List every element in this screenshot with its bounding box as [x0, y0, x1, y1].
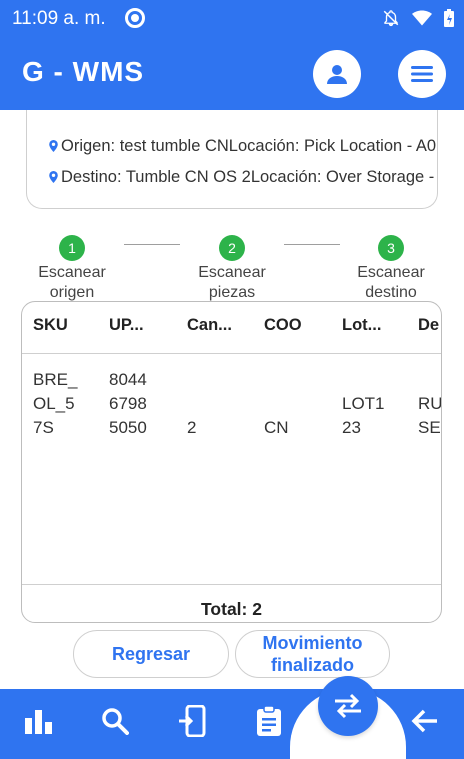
- origin-text: Origen: test tumble CNLocación: Pick Loc…: [61, 137, 438, 155]
- step-scan-pieces: 2 Escanear piezas: [184, 235, 280, 303]
- scan-icon: [179, 705, 206, 737]
- clipboard-icon: [257, 705, 281, 736]
- reports-nav-button[interactable]: [22, 704, 56, 738]
- search-icon: [102, 708, 129, 735]
- table-footer: Total: 2: [22, 584, 441, 622]
- menu-button[interactable]: [398, 50, 446, 98]
- scan-nav-button[interactable]: [175, 704, 209, 738]
- wifi-icon: [412, 10, 432, 26]
- step-label: Escanear destino: [357, 264, 425, 301]
- step-number: 1: [59, 235, 85, 261]
- location-pin-icon: [49, 171, 58, 183]
- step-number: 2: [219, 235, 245, 261]
- status-time: 11:09 a. m.: [12, 8, 106, 29]
- back-arrow-icon: [411, 709, 437, 733]
- tasks-nav-button[interactable]: [252, 704, 286, 738]
- step-connector: [124, 244, 180, 245]
- table-header: SKU UP... Can... COO Lot... De: [22, 302, 441, 354]
- cell-quantity: 2: [187, 418, 197, 437]
- items-table[interactable]: SKU UP... Can... COO Lot... De BRE_ OL_5…: [21, 301, 442, 623]
- header-lot[interactable]: Lot...: [342, 316, 381, 335]
- header-quantity[interactable]: Can...: [187, 316, 232, 335]
- cell-coo: CN: [264, 418, 289, 437]
- finish-movement-button[interactable]: Movimiento finalizado: [235, 630, 390, 678]
- cell-upc: 8044 6798 5050: [109, 370, 147, 437]
- location-card: Origen: test tumble CNLocación: Pick Loc…: [26, 110, 438, 209]
- user-button[interactable]: [313, 50, 361, 98]
- notifications-off-icon: [382, 9, 400, 27]
- step-connector: [284, 244, 340, 245]
- search-nav-button[interactable]: [98, 704, 132, 738]
- back-button[interactable]: Regresar: [73, 630, 229, 678]
- step-number: 3: [378, 235, 404, 261]
- cell-description: RU SE: [418, 394, 442, 437]
- menu-icon: [411, 66, 433, 82]
- table-body: BRE_ OL_5 7S 8044 6798 5050 2 CN LOT1 23…: [22, 355, 441, 584]
- origin-line: Origen: test tumble CNLocación: Pick Loc…: [49, 137, 438, 156]
- app-title: G - WMS: [22, 56, 145, 87]
- step-label: Escanear piezas: [198, 264, 266, 301]
- back-nav-button[interactable]: [408, 704, 442, 738]
- battery-icon: [444, 9, 454, 27]
- step-scan-origin: 1 Escanear origen: [24, 235, 120, 303]
- destination-text: Destino: Tumble CN OS 2Locación: Over St…: [61, 168, 438, 186]
- status-icons: [382, 9, 454, 27]
- table-total: Total: 2: [201, 599, 262, 619]
- location-pin-icon: [49, 140, 58, 152]
- transfer-icon: [335, 693, 361, 719]
- sync-icon: [125, 8, 145, 28]
- header-coo[interactable]: COO: [264, 316, 302, 335]
- cell-lot: LOT1 23: [342, 394, 385, 437]
- header-upc[interactable]: UP...: [109, 316, 144, 335]
- user-icon: [327, 65, 347, 84]
- chart-icon: [25, 710, 52, 734]
- status-bar: 11:09 a. m.: [0, 0, 464, 38]
- header-sku[interactable]: SKU: [33, 316, 68, 335]
- step-label: Escanear origen: [38, 264, 106, 301]
- destination-line: Destino: Tumble CN OS 2Locación: Over St…: [49, 168, 438, 187]
- cell-sku: BRE_ OL_5 7S: [33, 370, 78, 437]
- step-scan-destination: 3 Escanear destino: [343, 235, 439, 303]
- transfer-fab-button[interactable]: [318, 676, 378, 736]
- header-description[interactable]: De: [418, 316, 439, 335]
- app-bar: G - WMS: [0, 38, 464, 110]
